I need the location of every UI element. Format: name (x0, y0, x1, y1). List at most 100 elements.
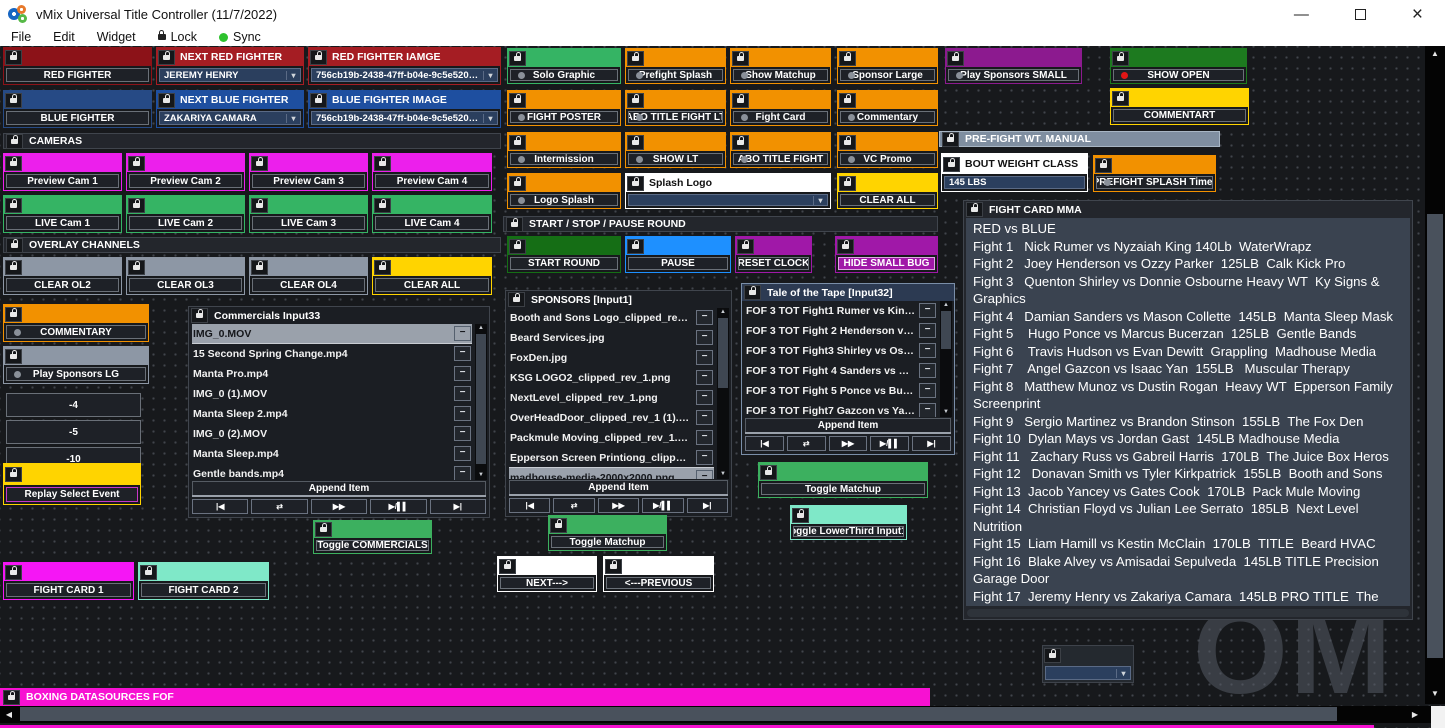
playlist-item[interactable]: Manta Sleep.mp4− (192, 444, 472, 463)
skip-end-button[interactable]: ▶| (430, 499, 486, 514)
lock-icon[interactable] (5, 93, 22, 108)
append-item-button[interactable]: Append Item (745, 418, 951, 433)
remove-item-button[interactable]: − (454, 326, 471, 341)
clear-ol3-button[interactable]: CLEAR OL3 (126, 257, 245, 295)
list-scrollbar[interactable]: ▲▼ (717, 308, 729, 479)
hide-small-bug-button[interactable]: HIDE SMALL BUG (835, 236, 938, 273)
vc-promo-button[interactable]: VC Promo (837, 132, 938, 168)
lock-icon[interactable] (509, 135, 526, 150)
lock-icon[interactable] (5, 307, 22, 322)
lock-icon[interactable] (128, 156, 145, 171)
intermission-button[interactable]: Intermission (507, 132, 621, 168)
preview-cam-4-button[interactable]: Preview Cam 4 (372, 153, 492, 191)
horizontal-scroll-thumb[interactable] (20, 707, 1337, 721)
clear-all-button[interactable]: CLEAR ALL (837, 173, 938, 209)
playlist-item[interactable]: Manta Pro.mp4− (192, 364, 472, 383)
clear-ol4-button[interactable]: CLEAR OL4 (249, 257, 368, 295)
scroll-left-icon[interactable]: ◀ (0, 706, 18, 723)
lock-icon[interactable] (732, 135, 749, 150)
lock-icon[interactable] (627, 176, 644, 191)
close-button[interactable]: × (1412, 5, 1423, 24)
playlist-item[interactable]: Beard Services.jpg− (509, 328, 714, 347)
next-button[interactable]: NEXT---> (497, 556, 597, 592)
lock-icon[interactable] (3, 690, 20, 705)
sponsor-large-button[interactable]: Sponsor Large (837, 48, 938, 84)
lock-icon[interactable] (6, 134, 23, 149)
lock-icon[interactable] (1112, 91, 1129, 106)
playlist-item[interactable]: Booth and Sons Logo_clipped_rev_1.png− (509, 308, 714, 327)
play-sponsors-lg-button[interactable]: Play Sponsors LG (3, 346, 149, 384)
lock-icon[interactable] (737, 239, 754, 254)
menu-lock[interactable]: Lock (147, 30, 208, 44)
remove-item-button[interactable]: − (919, 323, 936, 338)
lock-icon[interactable] (310, 93, 327, 108)
fight-poster-button[interactable]: FIGHT POSTER (507, 90, 621, 126)
menu-widget[interactable]: Widget (86, 30, 147, 44)
playlist-item[interactable]: FOF 3 TOT Fight 2 Henderson vs Parke...− (745, 321, 937, 340)
remove-item-button[interactable]: − (919, 403, 936, 417)
lock-icon[interactable] (839, 51, 856, 66)
show-open-button[interactable]: SHOW OPEN (1110, 48, 1247, 84)
toggle-lowerthird-button[interactable]: Toggle LowerThird Input14 (790, 505, 907, 540)
previous-button[interactable]: <---PREVIOUS (603, 556, 714, 592)
lock-icon[interactable] (509, 51, 526, 66)
remove-item-button[interactable]: − (454, 366, 471, 381)
remove-item-button[interactable]: − (454, 426, 471, 441)
live-cam-4-button[interactable]: LIVE Cam 4 (372, 195, 492, 233)
lock-icon[interactable] (627, 135, 644, 150)
lock-icon[interactable] (947, 51, 964, 66)
play-sponsors-small-button[interactable]: Play Sponsors SMALL (945, 48, 1082, 84)
lock-icon[interactable] (627, 93, 644, 108)
lock-icon[interactable] (966, 202, 983, 217)
menu-edit[interactable]: Edit (42, 30, 86, 44)
scroll-up-icon[interactable]: ▲ (717, 308, 729, 317)
remove-item-button[interactable]: − (919, 343, 936, 358)
vertical-scroll-thumb[interactable] (1427, 214, 1443, 658)
play-pause-button[interactable]: ▶/▌▌ (642, 498, 683, 513)
live-cam-2-button[interactable]: LIVE Cam 2 (126, 195, 245, 233)
clear-ol2-button[interactable]: CLEAR OL2 (3, 257, 122, 295)
splash-logo-select[interactable]: ▾ (628, 194, 828, 206)
bout-weight-input[interactable]: 145 LBS (944, 176, 1085, 189)
remove-item-button[interactable]: − (696, 310, 713, 325)
preview-cam-1-button[interactable]: Preview Cam 1 (3, 153, 122, 191)
skip-start-button[interactable]: |◀ (509, 498, 550, 513)
minus-5-button[interactable]: -5 (6, 420, 141, 444)
red-fighter-image-select[interactable]: 756cb19b-2438-47ff-b04e-9c5e520d640a\Rol… (311, 68, 498, 82)
show-matchup-button[interactable]: Show Matchup (730, 48, 831, 84)
lock-icon[interactable] (374, 198, 391, 213)
lock-icon[interactable] (5, 50, 22, 65)
playlist-item[interactable]: Epperson Screen Printiong_clipped_rev_1.… (509, 448, 714, 467)
preview-cam-3-button[interactable]: Preview Cam 3 (249, 153, 368, 191)
lock-icon[interactable] (627, 51, 644, 66)
lock-icon[interactable] (315, 522, 332, 537)
lock-icon[interactable] (128, 198, 145, 213)
lock-icon[interactable] (310, 50, 327, 65)
blue-fighter-button[interactable]: BLUE FIGHTER (3, 90, 152, 128)
start-round-button[interactable]: START ROUND (507, 236, 621, 273)
lock-icon[interactable] (374, 156, 391, 171)
lock-icon[interactable] (158, 50, 175, 65)
playlist-item[interactable]: FOF 3 TOT Fight 5 Ponce vs Bucerzan....− (745, 381, 937, 400)
small-dropdown-select[interactable]: ▾ (1045, 666, 1131, 680)
play-pause-button[interactable]: ▶/▌▌ (370, 499, 426, 514)
lock-icon[interactable] (509, 239, 526, 254)
lock-icon[interactable] (839, 93, 856, 108)
fight-card-1-button[interactable]: FIGHT CARD 1 (3, 562, 134, 600)
remove-item-button[interactable]: − (454, 406, 471, 421)
fight-card-scrollbar[interactable] (967, 609, 1409, 617)
menu-file[interactable]: File (0, 30, 42, 44)
blue-fighter-image-select[interactable]: 756cb19b-2438-47ff-b04e-9c5e520d640a\Rol… (311, 111, 498, 125)
fast-forward-button[interactable]: ▶▶ (829, 436, 868, 451)
scroll-down-icon[interactable]: ▼ (940, 408, 952, 417)
fast-forward-button[interactable]: ▶▶ (311, 499, 367, 514)
append-item-button[interactable]: Append Item (192, 481, 486, 496)
lock-icon[interactable] (732, 51, 749, 66)
lock-icon[interactable] (1044, 648, 1061, 663)
lock-icon[interactable] (627, 239, 644, 254)
toggle-matchup-button[interactable]: Toggle Matchup (548, 515, 667, 551)
playlist-item[interactable]: Manta Sleep 2.mp4− (192, 404, 472, 423)
minus-4-button[interactable]: -4 (6, 393, 141, 417)
lock-icon[interactable] (5, 260, 22, 275)
scroll-right-icon[interactable]: ▶ (1406, 706, 1424, 723)
